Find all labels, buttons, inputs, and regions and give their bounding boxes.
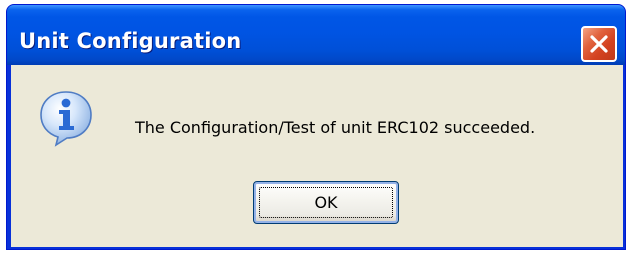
dialog-body: The Configuration/Test of unit ERC102 su…	[11, 65, 623, 247]
title-bar[interactable]: Unit Configuration	[7, 5, 625, 65]
ok-button-label: OK	[259, 187, 393, 218]
dialog-window: Unit Configuration The Configuration/Tes…	[6, 4, 626, 250]
close-button[interactable]	[581, 26, 617, 62]
dialog-title: Unit Configuration	[19, 29, 242, 53]
dialog-message: The Configuration/Test of unit ERC102 su…	[135, 118, 536, 137]
ok-button[interactable]: OK	[253, 181, 399, 224]
close-icon	[590, 35, 608, 53]
information-icon	[40, 91, 92, 147]
